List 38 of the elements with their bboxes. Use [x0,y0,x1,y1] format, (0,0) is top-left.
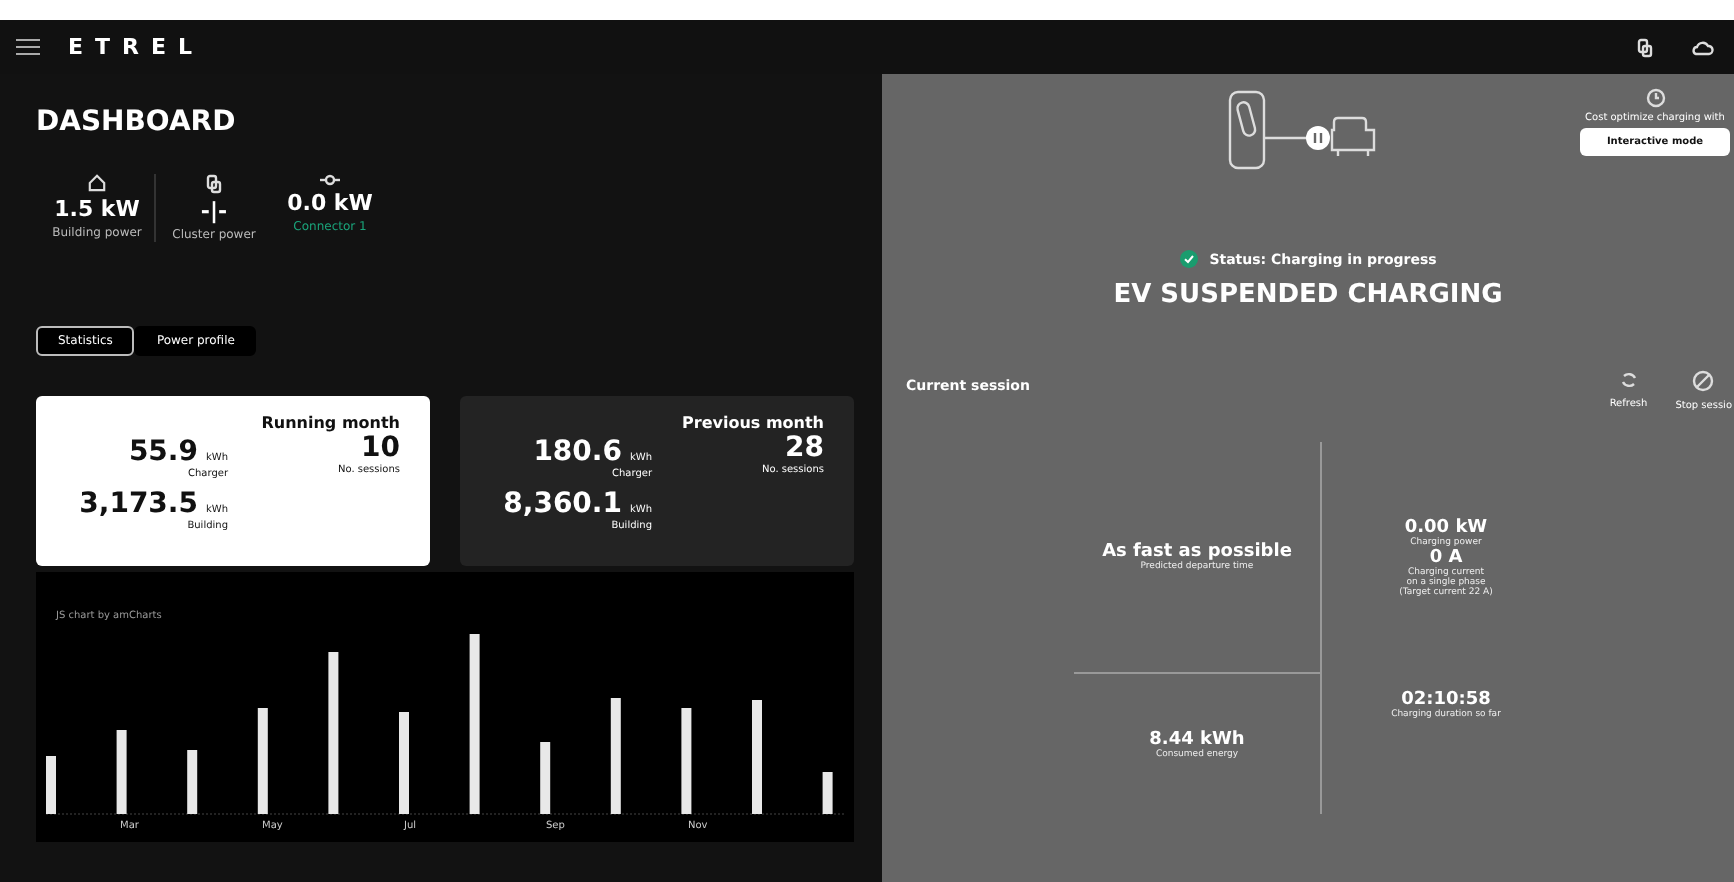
stat-value: -|- [200,198,228,224]
duration-value: 02:10:58 [1401,690,1491,710]
departure-value: As fast as possible [1102,542,1292,562]
plug-icon [206,174,222,194]
sessions-value: 10 [361,432,400,464]
menu-icon[interactable] [16,38,40,56]
chart-bar [116,730,127,814]
energy-value: 3,173.5 [79,488,198,520]
stat-value: 0.0 kW [287,190,373,216]
clock-icon [1645,88,1665,108]
charging-state: EV SUSPENDED CHARGING [1113,280,1503,310]
energy-value: 8,360.1 [503,488,622,520]
home-icon [88,174,106,192]
cloud-icon[interactable] [1690,39,1714,55]
chart-bar [610,698,621,814]
chart-bar [752,700,762,814]
energy-value: 180.6 [533,436,622,468]
chart-bar [822,772,833,814]
stop-icon [1692,370,1715,392]
refresh-icon [1619,370,1638,390]
card-title: Previous month [682,414,824,432]
current-value: 0 A [1429,548,1463,568]
chart-bar [681,708,692,814]
chart-bar [187,750,198,814]
energy-value: 8.44 kWh [1149,729,1245,749]
chart-bar [399,712,409,814]
power-value: 0.00 kW [1404,518,1488,538]
logo: ETREL [68,34,205,60]
energy-value: 55.9 [128,436,198,468]
card-title: Running month [261,414,400,432]
chart-bar [540,742,551,814]
stat-value: 1.5 kW [54,196,140,222]
connector-icon [320,174,340,186]
sessions-value: 28 [785,432,824,464]
chart-bar [46,756,56,814]
plug-icon[interactable] [1636,37,1654,57]
chart-bar [257,708,268,814]
page-title: DASHBOARD [36,106,238,138]
